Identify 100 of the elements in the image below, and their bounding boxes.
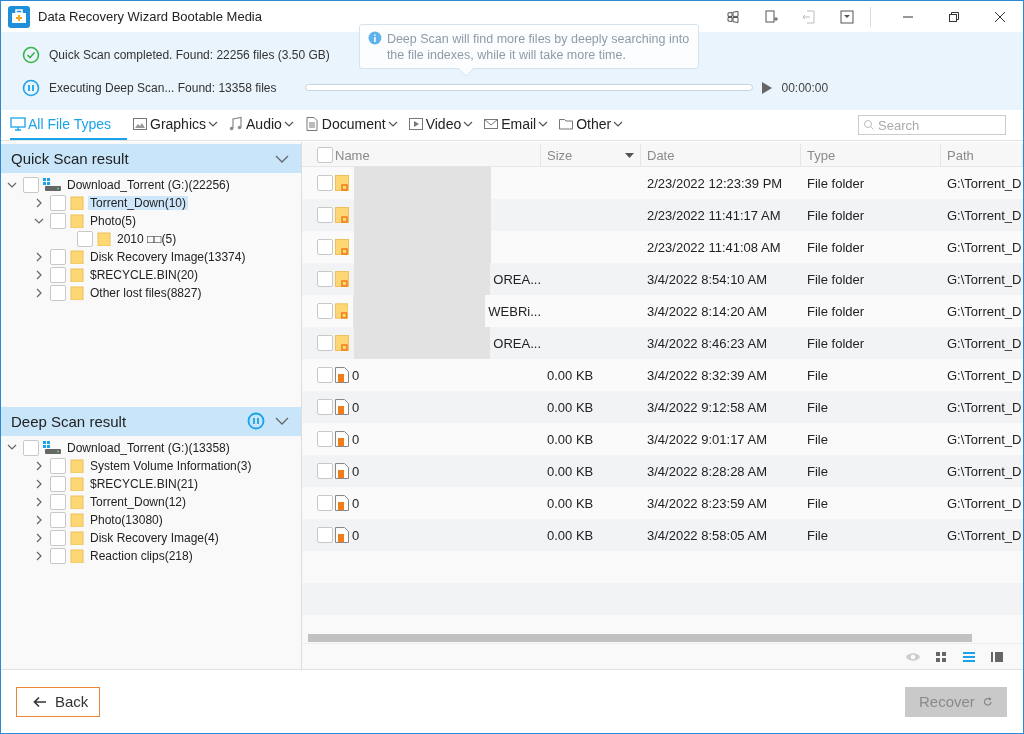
checkbox[interactable] — [317, 463, 333, 479]
windows-icon[interactable] — [725, 8, 741, 25]
checkbox[interactable] — [317, 239, 333, 255]
tree-item[interactable]: Photo(13080) — [88, 512, 165, 527]
checkbox[interactable] — [317, 175, 333, 191]
tree-item[interactable]: Download_Torrent (G:)(22256) — [65, 178, 232, 192]
chevron-right-icon[interactable] — [35, 550, 43, 561]
chevron-right-icon[interactable] — [35, 252, 43, 262]
search-field[interactable]: Search — [858, 115, 1006, 135]
table-cell: File — [807, 527, 828, 543]
scrollbar[interactable] — [308, 634, 972, 642]
file-name: 0 — [352, 527, 360, 543]
table-cell: G:\Torrent_D — [947, 463, 1022, 479]
chevron-down-icon[interactable] — [34, 217, 44, 225]
chevron-right-icon[interactable] — [35, 288, 43, 298]
table-cell: G:\Torrent_D — [947, 367, 1022, 383]
file-type-tab[interactable]: Graphics — [132, 110, 225, 140]
back-button[interactable]: Back — [16, 686, 101, 717]
checkbox[interactable] — [23, 439, 39, 456]
pause-icon[interactable] — [247, 412, 265, 430]
arrow-left-icon — [33, 695, 47, 708]
checkbox[interactable] — [50, 213, 66, 229]
checkbox[interactable] — [50, 195, 66, 211]
checkbox[interactable] — [50, 285, 66, 301]
tree-item[interactable]: Disk Recovery Image(4) — [88, 530, 221, 545]
exit-icon[interactable] — [801, 8, 817, 25]
table-cell: File folder — [807, 239, 865, 255]
checkbox[interactable] — [77, 231, 93, 247]
search-icon — [863, 119, 875, 131]
checkbox[interactable] — [317, 271, 333, 287]
chevron-right-icon[interactable] — [35, 496, 43, 507]
table-cell: File folder — [807, 271, 865, 287]
file-type-tab[interactable]: Document — [303, 110, 404, 140]
chevron-right-icon[interactable] — [35, 532, 43, 543]
checkbox[interactable] — [317, 527, 333, 543]
dropdown-box-icon[interactable] — [839, 8, 855, 25]
folder-icon — [70, 476, 84, 491]
folder-icon — [70, 494, 84, 509]
checkbox[interactable] — [50, 529, 66, 546]
table-cell: 3/4/2022 8:54:10 AM — [647, 271, 767, 287]
chevron-right-icon[interactable] — [35, 460, 43, 471]
checkbox[interactable] — [317, 399, 333, 415]
tree-item[interactable]: Other lost files(8827) — [88, 286, 204, 300]
chevron-right-icon[interactable] — [35, 270, 43, 280]
checkbox[interactable] — [50, 249, 66, 265]
checkbox[interactable] — [50, 547, 66, 564]
panel-header[interactable]: Quick Scan result — [1, 144, 301, 173]
tree-item[interactable]: Download_Torrent (G:)(13358) — [65, 440, 232, 455]
tree-item[interactable]: Photo(5) — [88, 214, 139, 228]
table-cell: 3/4/2022 8:28:28 AM — [647, 463, 767, 479]
close-icon[interactable] — [994, 10, 1006, 23]
drive-icon — [43, 440, 61, 455]
checkbox[interactable] — [317, 367, 333, 383]
folder-icon — [70, 548, 84, 563]
chevron-right-icon[interactable] — [35, 198, 43, 208]
tree-item[interactable]: $RECYCLE.BIN(21) — [88, 476, 201, 491]
file-type-tab[interactable]: Video — [407, 110, 480, 140]
chevron-right-icon[interactable] — [35, 478, 43, 489]
caret-icon — [208, 120, 219, 128]
checkbox[interactable] — [23, 177, 39, 193]
maximize-icon[interactable] — [948, 10, 960, 23]
table-cell: File folder — [807, 207, 865, 223]
chevron-down-icon[interactable] — [275, 153, 289, 164]
tree-item[interactable]: 2010 □□(5) — [115, 232, 179, 246]
device-add-icon[interactable] — [763, 8, 779, 25]
play-icon[interactable] — [762, 81, 773, 94]
checkbox[interactable] — [317, 303, 333, 319]
checkbox[interactable] — [50, 511, 66, 528]
checkbox[interactable] — [317, 431, 333, 447]
file-type-tab[interactable]: Other — [558, 110, 630, 140]
preview-pane-icon[interactable] — [989, 649, 1005, 664]
panel-header[interactable]: Deep Scan result — [1, 406, 301, 436]
checkbox[interactable] — [50, 267, 66, 283]
pause-icon[interactable] — [22, 78, 40, 97]
chevron-right-icon[interactable] — [35, 514, 43, 525]
chevron-down-icon[interactable] — [275, 416, 289, 426]
tree-item[interactable]: Torrent_Down(12) — [88, 494, 189, 509]
tree-item[interactable]: System Volume Information(3) — [88, 458, 254, 473]
list-view-icon[interactable] — [961, 649, 977, 664]
table-cell: 3/4/2022 8:14:20 AM — [647, 303, 767, 319]
checkbox[interactable] — [317, 495, 333, 511]
table-cell: G:\Torrent_D — [947, 431, 1022, 447]
checkbox[interactable] — [317, 335, 333, 351]
tree-item[interactable]: Disk Recovery Image(13374) — [88, 250, 248, 264]
file-type-tab[interactable]: Audio — [228, 110, 300, 140]
checkbox[interactable] — [317, 147, 333, 163]
checkbox[interactable] — [50, 493, 66, 510]
chevron-down-icon[interactable] — [7, 444, 17, 451]
search-input[interactable]: Search — [878, 117, 998, 133]
grid-view-icon[interactable] — [933, 649, 949, 664]
caret-icon — [463, 120, 474, 128]
checkbox[interactable] — [317, 207, 333, 223]
checkbox[interactable] — [50, 475, 66, 492]
file-name: 0 — [352, 399, 360, 415]
tree-item[interactable]: $RECYCLE.BIN(20) — [88, 268, 201, 282]
file-type-tab[interactable]: Email — [483, 110, 555, 140]
tree-item[interactable]: Reaction clips(218) — [88, 548, 195, 563]
chevron-down-icon[interactable] — [7, 181, 17, 189]
tree-item[interactable]: Torrent_Down(10) — [88, 196, 189, 210]
checkbox[interactable] — [50, 457, 66, 474]
